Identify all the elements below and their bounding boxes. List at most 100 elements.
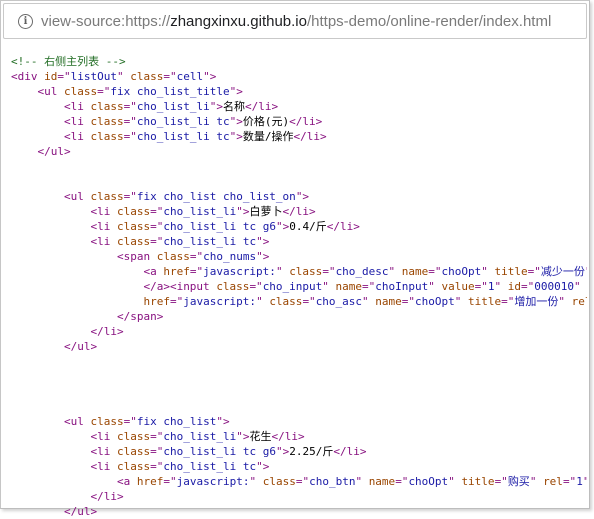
source-token: cho_asc — [315, 295, 363, 308]
source-token: "> — [295, 190, 310, 203]
source-line: <li class="cho_list_li">白萝卜</li> — [11, 204, 587, 219]
source-token: choOpt — [415, 295, 455, 308]
source-token: </li> — [244, 100, 279, 113]
source-token: 购买 — [507, 475, 530, 488]
source-token: 价格(元) — [242, 115, 290, 128]
source-token: " — [529, 475, 544, 488]
source-token: "> — [229, 115, 243, 128]
source-line: <li class="cho_list_li tc g6">0.4/斤</li> — [11, 219, 587, 234]
source-token: =" — [501, 295, 515, 308]
source-token: " — [454, 295, 469, 308]
source-token: =" — [150, 430, 164, 443]
source-token: class — [116, 205, 151, 218]
source-token: javascript: — [183, 295, 257, 308]
source-token: =" — [57, 70, 71, 83]
source-line: <ul class="fix cho_list_title"> — [11, 84, 587, 99]
source-token: 2.25/斤 — [289, 445, 334, 458]
source-token: 1 — [576, 475, 583, 488]
source-line: <li class="cho_list_li tc">数量/操作</li> — [11, 129, 587, 144]
source-token: 减少一份 — [540, 265, 585, 278]
source-token: class — [90, 100, 124, 113]
source-token: =" — [150, 205, 164, 218]
source-token: " — [362, 295, 376, 308]
source-token: <li — [90, 445, 117, 458]
browser-window: i view-source:https://zhangxinxu.github.… — [0, 0, 590, 518]
url-text[interactable]: view-source:https://zhangxinxu.github.io… — [41, 13, 551, 30]
source-token: " — [116, 70, 131, 83]
source-line: <ul class="fix cho_list"> — [11, 414, 587, 429]
source-token: " — [275, 265, 290, 278]
source-token: =" — [295, 475, 310, 488]
source-token: <a — [116, 475, 137, 488]
source-line — [11, 399, 587, 414]
source-line: <li class="cho_list_li tc">价格(元)</li> — [11, 114, 587, 129]
source-token: cho_desc — [335, 265, 389, 278]
url-path: /https-demo/online-render/index.html — [306, 12, 552, 30]
source-token: choOpt — [408, 475, 449, 488]
source-token: =" — [322, 265, 336, 278]
source-token: cho_list_li — [163, 430, 237, 443]
source-token: cho_list_li tc — [136, 115, 230, 128]
source-token: =" — [150, 445, 164, 458]
source-line: <a href="javascript:" class="cho_desc" n… — [11, 264, 587, 279]
source-token: </li> — [293, 130, 327, 143]
source-token: name — [401, 265, 429, 278]
source-token: "> — [209, 100, 223, 113]
source-token: rel — [571, 295, 587, 308]
source-token: " — [583, 475, 587, 488]
source-line: <a href="javascript:" class="cho_btn" na… — [11, 474, 587, 489]
source-token: fix cho_list_title — [110, 85, 230, 98]
source-token: =" — [527, 265, 541, 278]
source-token: =" — [123, 415, 137, 428]
source-token: </li> — [289, 115, 323, 128]
source-token: id — [507, 280, 522, 293]
source-token: <li — [63, 100, 91, 113]
source-token: =" — [474, 280, 488, 293]
source-token: 000010 — [534, 280, 575, 293]
source-token: class — [269, 295, 303, 308]
source-token: " — [448, 475, 462, 488]
source-token: </ul> — [37, 145, 71, 158]
source-token: </li> — [90, 325, 124, 338]
source-token: cho_list_li tc — [163, 460, 257, 473]
source-token: <li — [90, 220, 117, 233]
source-token: <span — [116, 250, 157, 263]
source-token: "> — [203, 70, 217, 83]
source-code-view[interactable]: <!-- 右侧主列表 --> <div id="listOut" class="c… — [11, 54, 587, 519]
source-token: href — [163, 265, 190, 278]
source-token: "> — [216, 415, 230, 428]
source-line: href="javascript:" class="cho_asc" name=… — [11, 294, 587, 309]
url-scheme: view-source:https:// — [41, 12, 171, 30]
source-token: "> — [275, 445, 290, 458]
source-token: </li> — [271, 430, 305, 443]
source-token: 1 — [487, 280, 495, 293]
source-token: =" — [401, 295, 416, 308]
source-token: =" — [150, 220, 164, 233]
source-token: =" — [189, 250, 204, 263]
source-token: "> — [275, 220, 290, 233]
source-line: <ul class="fix cho_list cho_list_on"> — [11, 189, 587, 204]
source-token: =" — [302, 295, 316, 308]
source-line: </li> — [11, 489, 587, 504]
address-bar[interactable]: i view-source:https://zhangxinxu.github.… — [3, 3, 587, 39]
source-token: =" — [169, 295, 184, 308]
source-token: class — [216, 280, 250, 293]
source-token: 花生 — [249, 430, 272, 443]
source-token: value — [441, 280, 475, 293]
source-token: " — [322, 280, 336, 293]
source-line: <li class="cho_list_li tc g6">2.25/斤</li… — [11, 444, 587, 459]
source-token: =" — [97, 85, 111, 98]
source-token: class — [116, 430, 151, 443]
info-icon[interactable]: i — [18, 13, 33, 29]
source-token: <li — [63, 115, 91, 128]
source-token: " — [574, 280, 587, 293]
source-token: =" — [150, 460, 164, 473]
